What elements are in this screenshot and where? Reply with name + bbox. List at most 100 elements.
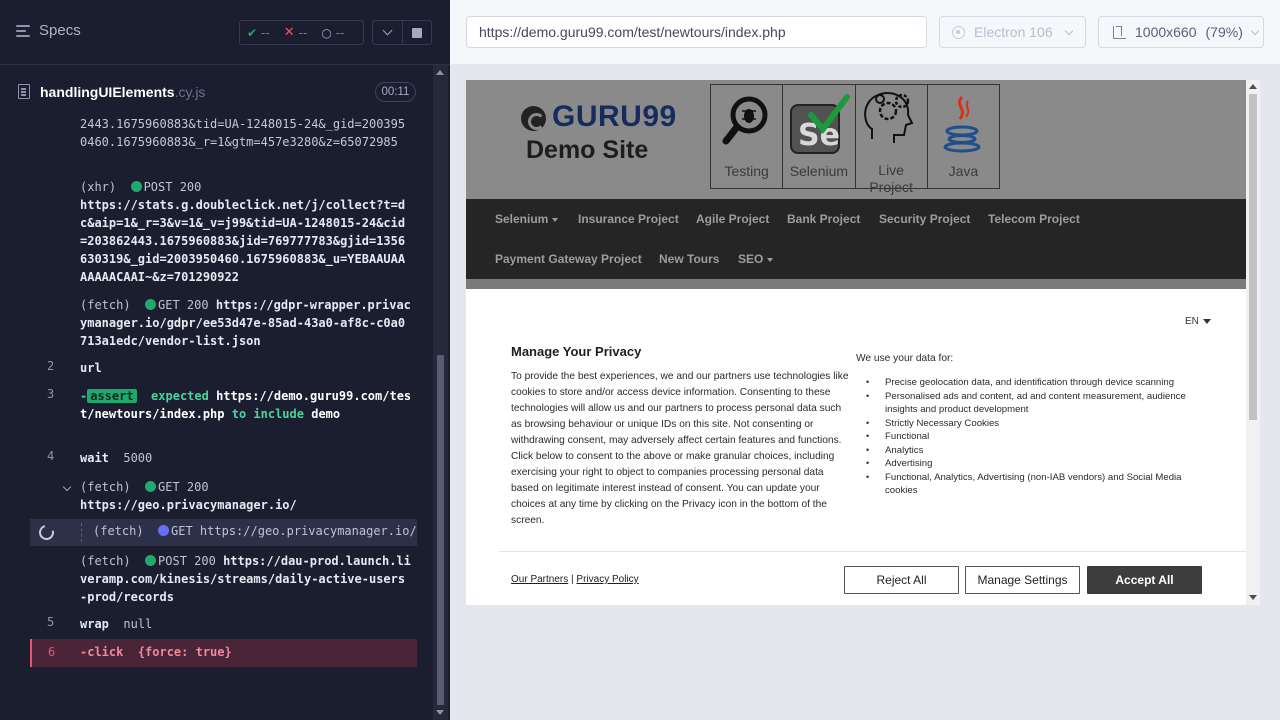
link-separator: | [571, 574, 574, 585]
magnifier-bug-icon [722, 96, 768, 145]
purposes-heading: We use your data for: [856, 353, 954, 364]
consent-links: Our Partners | Privacy Policy [511, 574, 639, 585]
caret-down-icon [767, 257, 774, 262]
scroll-up-icon[interactable] [1249, 84, 1257, 89]
command-text: (fetch) GET 200 https://geo.privacymanag… [80, 480, 297, 512]
command-text: - assert expected https://demo.guru99.com… [80, 389, 412, 421]
cypress-reporter: Specs ✔ -- ✕ -- ○ -- handlingUIElements.cy.… [0, 0, 450, 720]
command-url: 2443.1675960883&tid=UA-1248015-24&_gid=2… [80, 118, 406, 149]
privacy-policy-link[interactable]: Privacy Policy [576, 574, 638, 585]
consent-paragraph: To provide the best experiences, we and … [511, 371, 849, 446]
url-bar[interactable]: https://demo.guru99.com/test/newtours/in… [466, 16, 927, 48]
accept-all-button[interactable]: Accept All [1087, 566, 1202, 594]
browser-label: Electron 106 [974, 24, 1053, 40]
reject-all-button[interactable]: Reject All [844, 566, 959, 594]
ruler-icon [1113, 25, 1126, 39]
head-gears-icon [864, 92, 914, 143]
spec-title-row: handlingUIElements.cy.js 00:11 [0, 66, 430, 118]
assert-badge: assert [87, 389, 137, 403]
scrollbar-thumb[interactable] [1249, 94, 1257, 420]
list-item: Functional [863, 430, 1203, 444]
consent-paragraph: Click below to consent to the above or m… [511, 451, 835, 526]
x-icon: ✕ [283, 25, 295, 40]
viewport-info[interactable]: 1000x660 (79%) [1098, 16, 1264, 48]
tile-testing[interactable]: Testing [711, 85, 784, 188]
list-item: Personalised ads and content, ad and con… [863, 390, 1203, 417]
scroll-down-icon[interactable] [1249, 595, 1257, 600]
selenium-icon: Se [789, 94, 850, 154]
scrollbar-thumb[interactable] [437, 355, 444, 705]
loading-spinner-icon [36, 522, 57, 543]
reporter-header: Specs ✔ -- ✕ -- ○ -- [0, 0, 450, 65]
tile-live-project[interactable]: Live Project [856, 85, 928, 195]
nav-new-tours[interactable]: New Tours [659, 252, 719, 266]
circle-icon: ○ [321, 25, 332, 40]
failed-count: -- [298, 25, 308, 40]
stop-button[interactable] [403, 20, 432, 45]
aut-scrollbar[interactable] [1246, 80, 1260, 605]
electron-icon [952, 25, 965, 39]
list-item: Advertising [863, 457, 1203, 471]
command-number: 6 [48, 645, 56, 659]
reporter-scrollbar[interactable] [433, 65, 448, 720]
list-item: Strictly Necessary Cookies [863, 417, 1203, 431]
language-selector[interactable]: EN [1185, 316, 1211, 327]
site-logo-text: GURU99 [552, 100, 677, 133]
our-partners-link[interactable]: Our Partners [511, 574, 568, 585]
command-number: 2 [47, 359, 55, 373]
scroll-down-icon[interactable] [436, 710, 444, 715]
pending-command-row[interactable]: (fetch) GET https://geo.privacymanager.i… [30, 519, 417, 546]
command-url: https://stats.g.doubleclick.net/j/collec… [80, 198, 406, 284]
status-dot-icon [145, 555, 157, 566]
nav-insurance-project[interactable]: Insurance Project [578, 212, 679, 226]
command-number: 3 [47, 387, 55, 401]
nav-selenium[interactable]: Selenium [495, 212, 559, 226]
status-dot-icon [145, 481, 157, 492]
passed-count: -- [261, 25, 270, 40]
command-text: (fetch) GET 200 https://gdpr-wrapper.pri… [80, 298, 411, 348]
status-dot-icon [145, 299, 157, 310]
pending-stat: ○ -- [314, 26, 351, 40]
specs-label: Specs [39, 22, 81, 39]
aut-iframe: GURU99 Demo Site Testing Se Selenium Liv… [466, 80, 1260, 605]
failed-command-row[interactable]: 6 -click {force: true} [30, 639, 417, 667]
purposes-list: Precise geolocation data, and identifica… [863, 376, 1203, 498]
browser-selector[interactable]: Electron 106 [939, 16, 1086, 48]
privacy-consent-dialog: EN Manage Your Privacy To provide the be… [466, 289, 1246, 605]
specs-button[interactable]: Specs [16, 22, 81, 39]
chevron-down-icon[interactable] [62, 479, 72, 493]
site-header: GURU99 Demo Site Testing Se Selenium Liv… [466, 80, 1246, 199]
tile-live-project-label: Live Project [869, 162, 913, 195]
scroll-up-icon[interactable] [436, 70, 444, 75]
nav-divider [466, 279, 1246, 289]
nav-telecom-project[interactable]: Telecom Project [988, 212, 1080, 226]
caret-down-icon [1202, 318, 1211, 324]
divider [499, 551, 1246, 552]
stop-icon [412, 27, 422, 38]
nav-security-project[interactable]: Security Project [879, 212, 970, 226]
site-navbar: Selenium Insurance Project Agile Project… [466, 199, 1246, 279]
nav-payment-gateway-project[interactable]: Payment Gateway Project [495, 252, 642, 266]
aut-header: https://demo.guru99.com/test/newtours/in… [450, 0, 1280, 64]
nav-bank-project[interactable]: Bank Project [787, 212, 860, 226]
command-url: https://geo.privacymanager.io/ [80, 498, 297, 512]
status-dot-icon [130, 181, 142, 192]
collapse-toggle-button[interactable] [372, 20, 403, 45]
nav-agile-project[interactable]: Agile Project [696, 212, 769, 226]
chevron-down-icon [1064, 26, 1073, 35]
nav-seo[interactable]: SEO [738, 252, 774, 266]
list-item: Functional, Analytics, Advertising (non-… [863, 471, 1203, 498]
command-text: (fetch) GET https://geo.privacymanager.i… [93, 524, 417, 538]
command-text: wrap null [80, 617, 153, 631]
status-dot-icon [158, 525, 170, 536]
tile-java[interactable]: Java [928, 85, 999, 188]
file-icon [18, 84, 30, 99]
command-text: (fetch) POST 200 https://dau-prod.launch… [80, 554, 411, 604]
caret-down-icon [552, 217, 559, 222]
test-stats: ✔ -- ✕ -- ○ -- [239, 20, 364, 45]
java-icon [943, 95, 981, 153]
command-number: 5 [47, 615, 55, 629]
manage-settings-button[interactable]: Manage Settings [965, 566, 1080, 594]
tile-selenium[interactable]: Se Selenium [783, 85, 856, 188]
indent-guide [81, 523, 82, 542]
